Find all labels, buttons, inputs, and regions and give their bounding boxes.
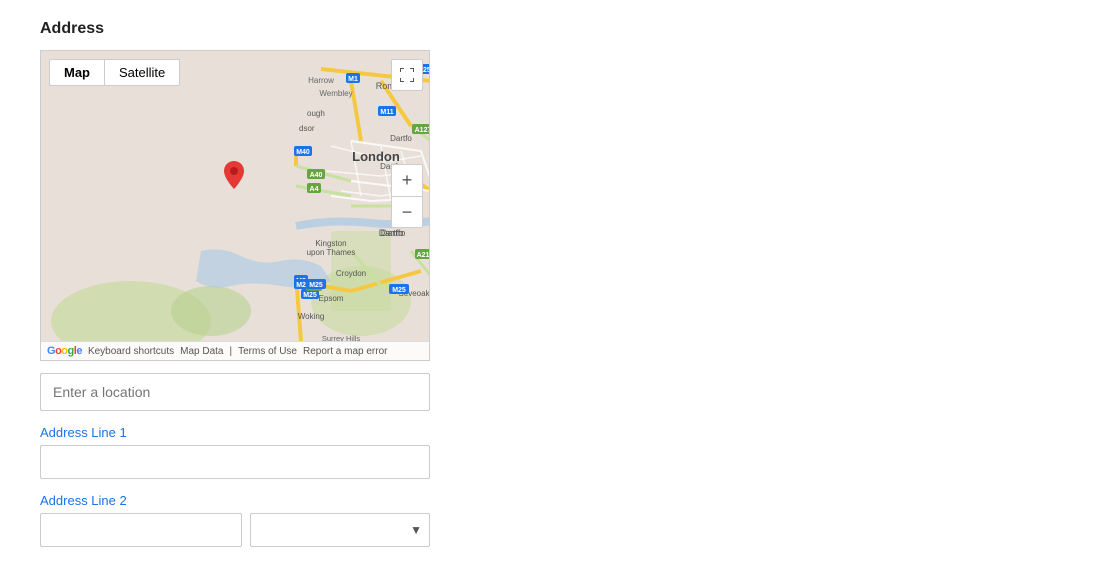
keyboard-shortcuts-link[interactable]: Keyboard shortcuts bbox=[88, 346, 174, 357]
svg-text:Dartfo: Dartfo bbox=[390, 134, 412, 143]
svg-text:upon Thames: upon Thames bbox=[307, 248, 356, 257]
address-line1-label: Address Line 1 bbox=[40, 425, 430, 440]
svg-text:Wembley: Wembley bbox=[319, 89, 352, 98]
svg-text:A4: A4 bbox=[310, 186, 319, 193]
footer-separator: | bbox=[229, 346, 232, 357]
svg-text:dsor: dsor bbox=[299, 124, 315, 133]
svg-text:M11: M11 bbox=[380, 109, 393, 116]
zoom-controls: + − bbox=[391, 164, 423, 228]
svg-text:M25: M25 bbox=[303, 292, 317, 299]
address-select-wrapper: ▼ bbox=[250, 513, 430, 547]
marker-icon bbox=[224, 161, 244, 189]
address-select[interactable] bbox=[250, 513, 430, 547]
map-controls-bar: Map Satellite bbox=[49, 59, 180, 86]
svg-text:Woking: Woking bbox=[298, 312, 325, 321]
satellite-tab-button[interactable]: Satellite bbox=[104, 59, 180, 86]
page-title: Address bbox=[40, 20, 660, 38]
map-marker bbox=[224, 161, 244, 189]
svg-text:M40: M40 bbox=[296, 149, 310, 156]
svg-text:M25: M25 bbox=[392, 287, 406, 294]
svg-text:London: London bbox=[352, 149, 400, 164]
address-line2-input[interactable] bbox=[40, 513, 242, 547]
google-logo: Google bbox=[47, 345, 82, 357]
svg-text:ough: ough bbox=[307, 109, 325, 118]
terms-link[interactable]: Terms of Use bbox=[238, 346, 297, 357]
svg-text:A40: A40 bbox=[310, 172, 323, 179]
svg-text:Dartfo: Dartfo bbox=[381, 228, 406, 238]
report-link[interactable]: Report a map error bbox=[303, 346, 387, 357]
zoom-in-button[interactable]: + bbox=[391, 164, 423, 196]
svg-text:Epsom: Epsom bbox=[319, 294, 344, 303]
form-section: Address Line 1 Address Line 2 ▼ bbox=[40, 373, 430, 547]
svg-text:Croydon: Croydon bbox=[336, 269, 366, 278]
map-footer: Google Keyboard shortcuts Map Data | Ter… bbox=[41, 341, 429, 360]
svg-text:Harrow: Harrow bbox=[308, 76, 334, 85]
svg-text:A127: A127 bbox=[415, 127, 430, 134]
map-svg: M25 M11 A127 M40 A40 M1 A13 bbox=[41, 51, 430, 341]
address-line1-input[interactable] bbox=[40, 445, 430, 479]
svg-text:Surrey Hills: Surrey Hills bbox=[322, 334, 361, 341]
address-line2-label: Address Line 2 bbox=[40, 493, 430, 508]
fullscreen-icon bbox=[399, 67, 415, 83]
map-area: M25 M11 A127 M40 A40 M1 A13 bbox=[41, 51, 430, 341]
svg-text:M25: M25 bbox=[309, 282, 323, 289]
svg-text:A21: A21 bbox=[417, 252, 430, 259]
fullscreen-button[interactable] bbox=[391, 59, 423, 91]
address-line2-row: ▼ bbox=[40, 513, 430, 547]
location-input[interactable] bbox=[40, 373, 430, 411]
map-container: M25 M11 A127 M40 A40 M1 A13 bbox=[40, 50, 430, 361]
map-tab-button[interactable]: Map bbox=[49, 59, 104, 86]
map-data-label: Map Data bbox=[180, 346, 223, 357]
zoom-out-button[interactable]: − bbox=[391, 196, 423, 228]
svg-text:Kingston: Kingston bbox=[315, 239, 346, 248]
page-container: Address bbox=[0, 0, 700, 567]
svg-text:M1: M1 bbox=[348, 76, 358, 83]
